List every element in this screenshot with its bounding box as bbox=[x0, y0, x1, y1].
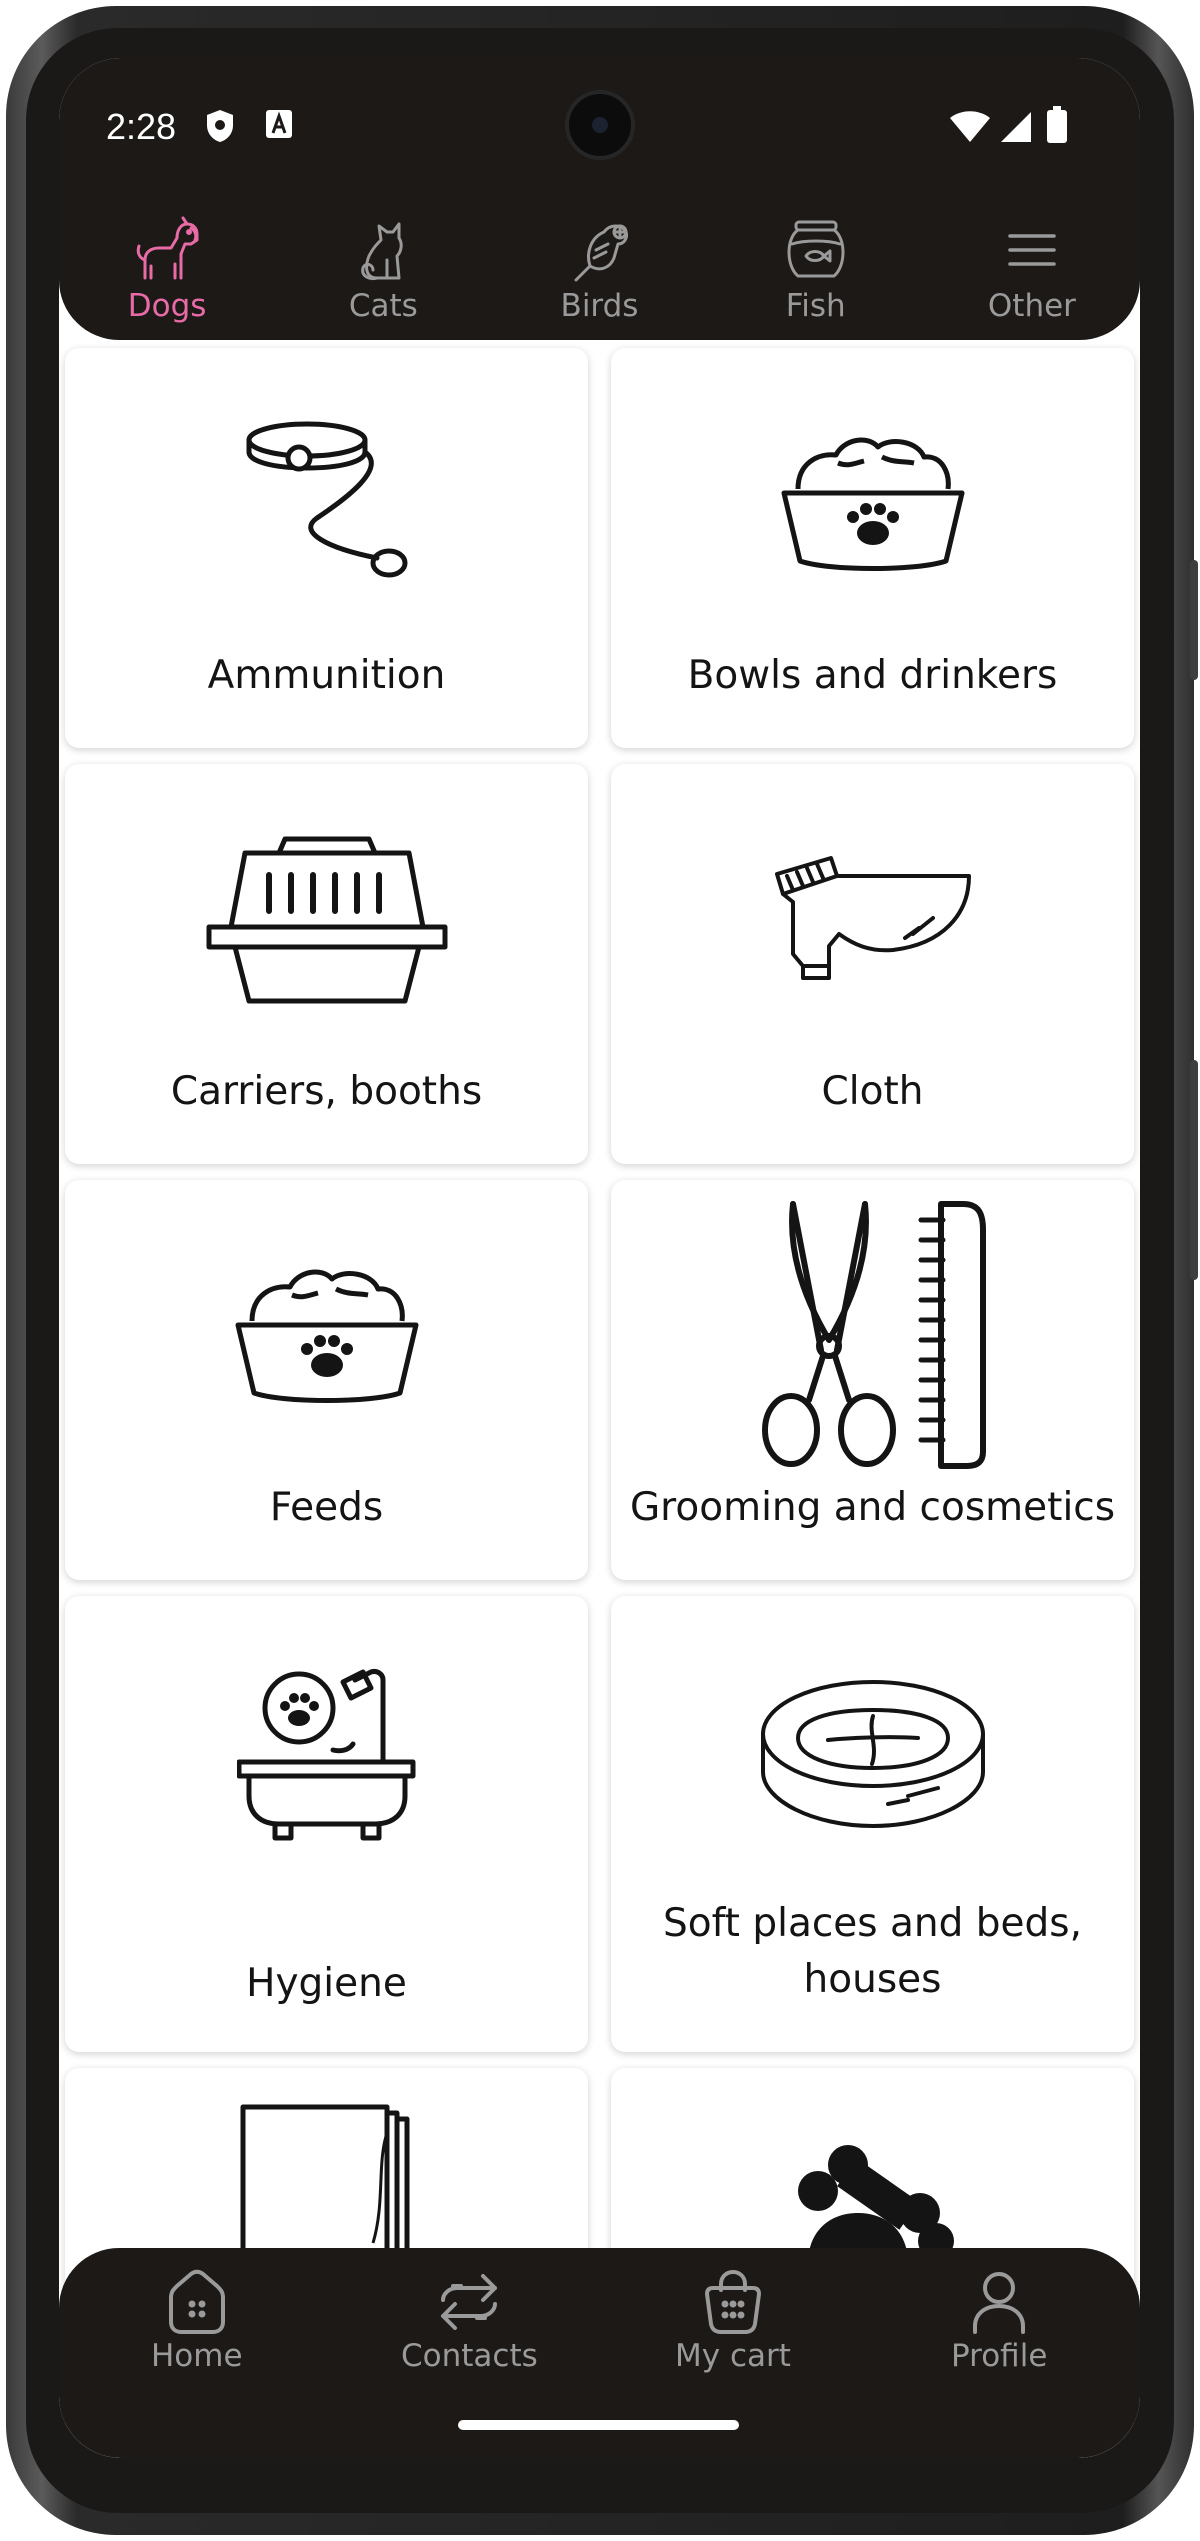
cart-basket-icon bbox=[704, 2270, 761, 2334]
tab-fish[interactable]: Fish bbox=[708, 208, 924, 338]
category-card-feeds[interactable]: Feeds bbox=[65, 1180, 588, 1580]
battery-icon bbox=[1046, 106, 1068, 148]
tab-dogs[interactable]: Dogs bbox=[59, 208, 275, 338]
food-bowl-icon bbox=[781, 437, 964, 571]
wifi-icon bbox=[949, 110, 991, 148]
category-label: Cloth bbox=[821, 1069, 924, 1114]
tab-label: Birds bbox=[560, 288, 639, 324]
scissors-comb-icon bbox=[761, 1201, 986, 1469]
category-label: Hygiene bbox=[246, 1961, 407, 2006]
signal-icon bbox=[999, 110, 1033, 148]
fish-icon bbox=[787, 220, 845, 278]
category-card-bowls[interactable]: Bowls and drinkers bbox=[611, 348, 1134, 748]
menu-icon bbox=[1008, 234, 1056, 266]
pet-carrier-icon bbox=[206, 836, 447, 1004]
status-bar: 2:28 bbox=[59, 58, 1140, 208]
tab-label: Other bbox=[987, 288, 1076, 324]
top-bar: 2:28 Dogs Cats Birds Fish Other bbox=[59, 58, 1140, 340]
nav-label: Home bbox=[151, 2338, 243, 2374]
tab-cats[interactable]: Cats bbox=[275, 208, 491, 338]
volume-button bbox=[1190, 560, 1198, 680]
category-card-beds[interactable]: Soft places and beds, houses bbox=[611, 1596, 1134, 2052]
dog-coat-icon bbox=[774, 856, 971, 980]
tab-birds[interactable]: Birds bbox=[491, 208, 707, 338]
nav-profile[interactable]: Profile bbox=[951, 2248, 1047, 2374]
nav-cart[interactable]: My cart bbox=[675, 2248, 791, 2374]
tab-label: Cats bbox=[348, 288, 418, 324]
contacts-arrows-icon bbox=[441, 2274, 498, 2330]
power-button bbox=[1190, 1060, 1198, 1280]
category-card-hygiene[interactable]: Hygiene bbox=[65, 1596, 588, 2052]
category-card-cloth[interactable]: Cloth bbox=[611, 764, 1134, 1164]
tab-label: Dogs bbox=[127, 288, 207, 324]
category-label: Ammunition bbox=[207, 653, 446, 698]
nav-home[interactable]: Home bbox=[151, 2248, 243, 2374]
bathtub-icon bbox=[236, 1669, 415, 1841]
category-tabs: Dogs Cats Birds Fish Other bbox=[59, 208, 1140, 338]
home-indicator[interactable] bbox=[458, 2420, 739, 2430]
device-frame: 2:28 Dogs Cats Birds Fish Other Ammuniti… bbox=[0, 0, 1200, 2541]
pet-bed-icon bbox=[760, 1680, 985, 1828]
a-icon bbox=[264, 108, 294, 144]
dog-icon bbox=[136, 216, 199, 280]
nav-label: My cart bbox=[675, 2338, 791, 2374]
category-card-grooming[interactable]: Grooming and cosmetics bbox=[611, 1180, 1134, 1580]
nav-label: Contacts bbox=[401, 2338, 538, 2374]
profile-icon bbox=[973, 2272, 1026, 2334]
shield-icon bbox=[204, 108, 236, 148]
category-label: Grooming and cosmetics bbox=[629, 1485, 1116, 1530]
front-camera bbox=[565, 90, 635, 160]
tab-label: Fish bbox=[785, 288, 846, 324]
category-card-carriers[interactable]: Carriers, booths bbox=[65, 764, 588, 1164]
category-label: Soft places and beds, houses bbox=[663, 1901, 1082, 2002]
nav-label: Profile bbox=[951, 2338, 1048, 2374]
status-time: 2:28 bbox=[106, 106, 177, 147]
food-bowl-icon bbox=[235, 1269, 418, 1403]
category-label: Carriers, booths bbox=[170, 1069, 483, 1114]
category-label: Feeds bbox=[269, 1485, 384, 1530]
category-label: Bowls and drinkers bbox=[687, 653, 1058, 698]
app-screen: 2:28 Dogs Cats Birds Fish Other Ammuniti… bbox=[59, 58, 1140, 2458]
bird-icon bbox=[574, 224, 628, 282]
leash-collar-icon bbox=[246, 421, 407, 578]
book-icon bbox=[240, 2104, 409, 2263]
tab-other[interactable]: Other bbox=[924, 208, 1140, 338]
nav-contacts[interactable]: Contacts bbox=[401, 2248, 538, 2374]
home-icon bbox=[168, 2269, 225, 2334]
cat-icon bbox=[361, 222, 403, 280]
category-card-ammunition[interactable]: Ammunition bbox=[65, 348, 588, 748]
